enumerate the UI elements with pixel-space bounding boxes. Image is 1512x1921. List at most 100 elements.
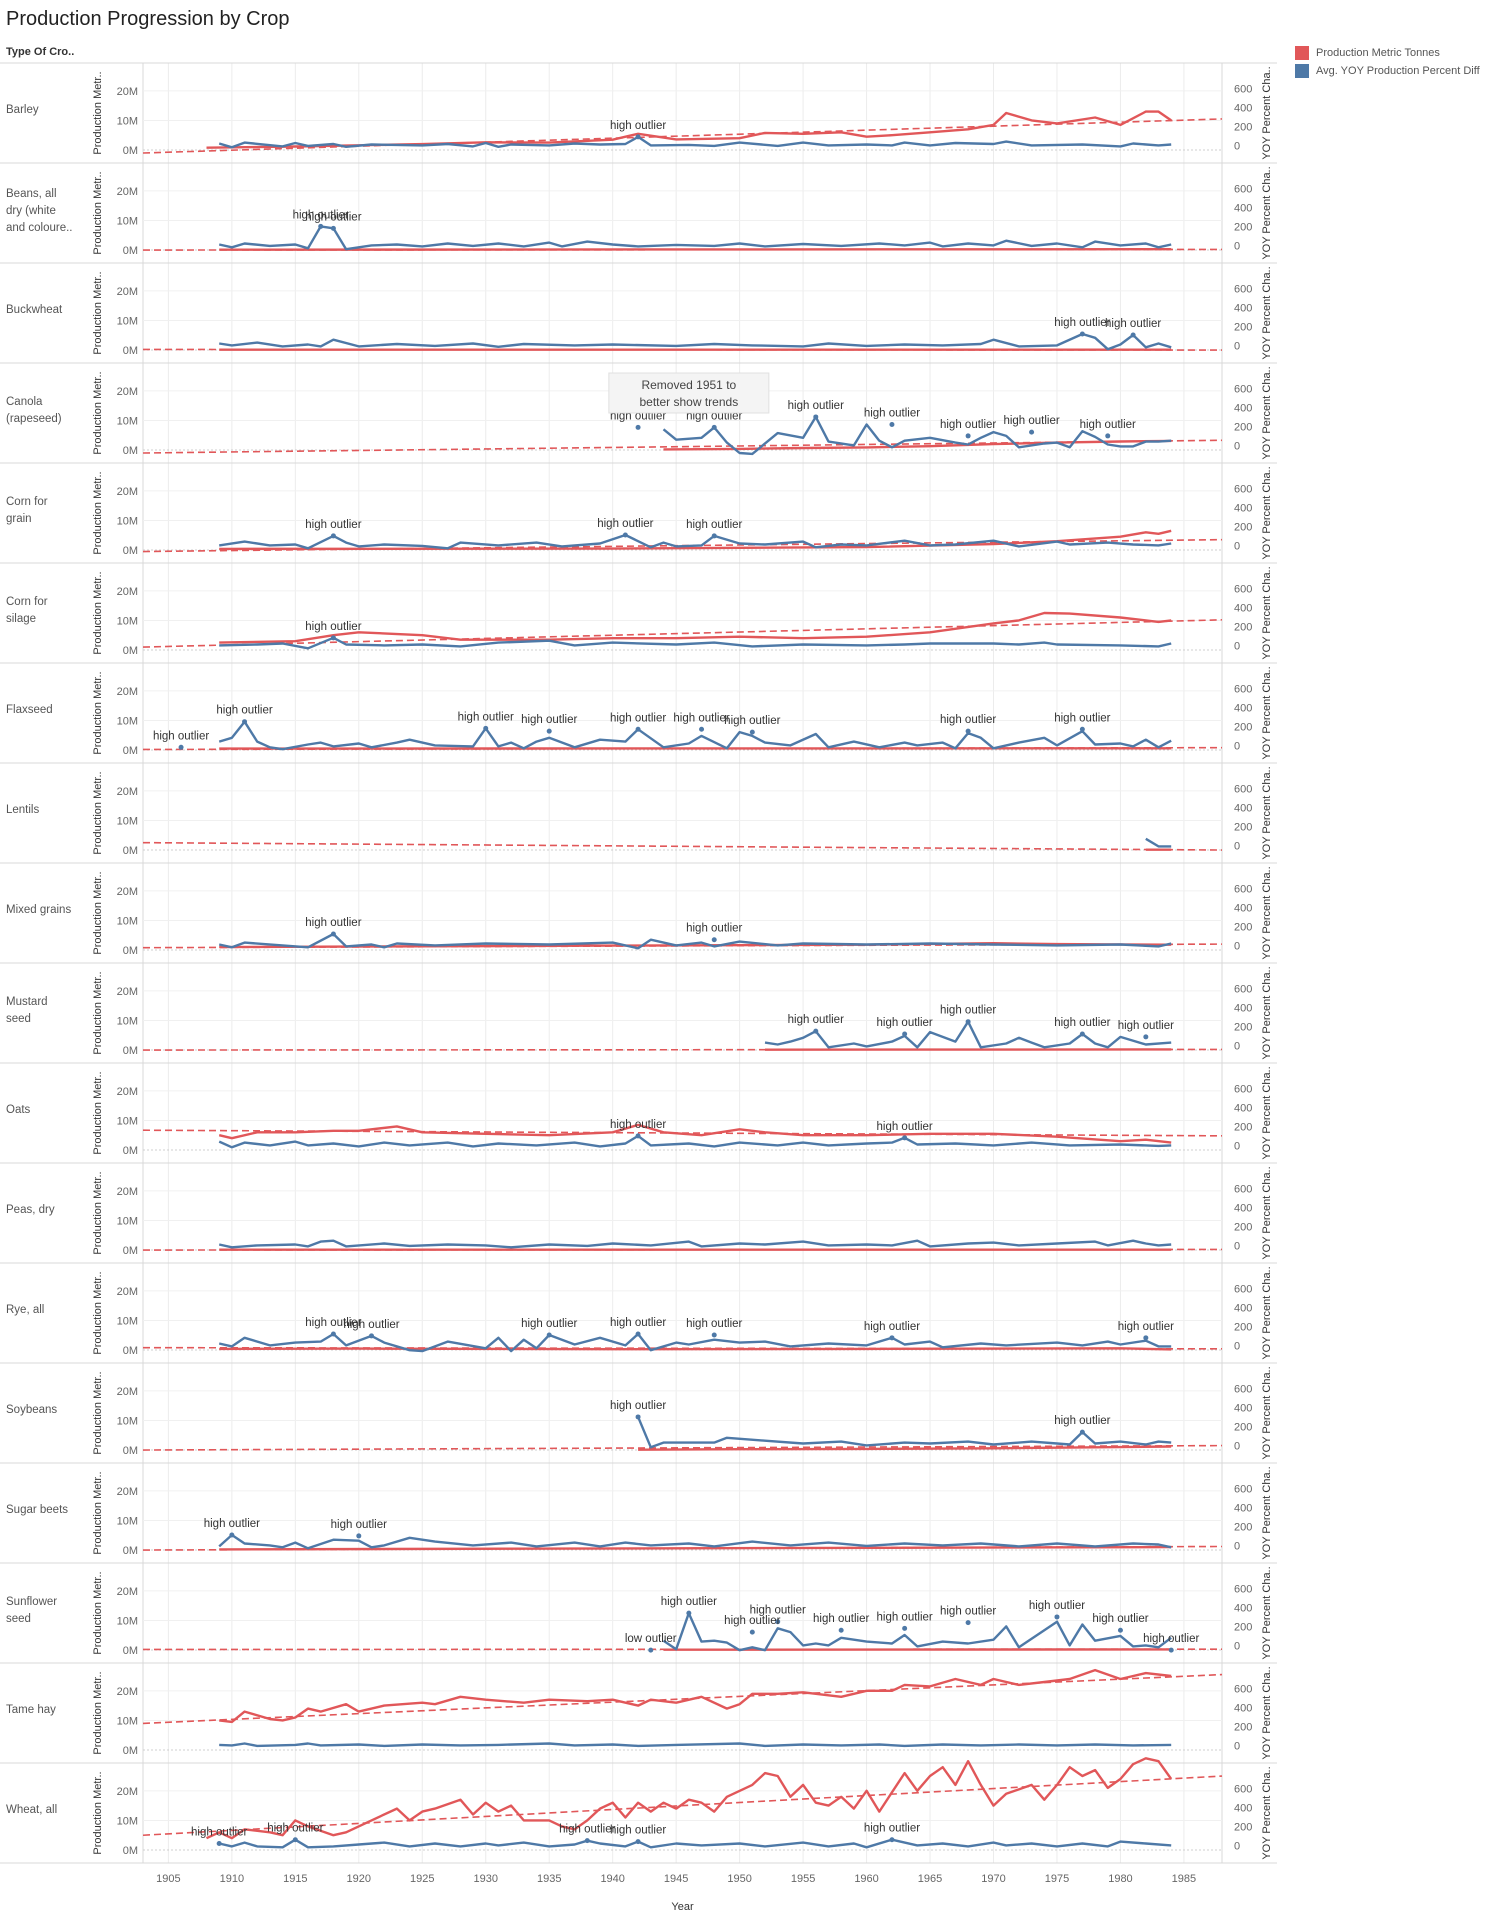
y-left-axis-title: Production Metr.. [92,1671,104,1754]
outlier-annotation: high outlier [1054,1017,1110,1029]
x-tick-label: 1970 [981,1873,1005,1885]
y-right-tick-label: 0 [1234,1340,1240,1352]
y-right-tick-label: 200 [1234,1321,1252,1333]
y-left-tick-label: 20M [117,1586,138,1598]
y-left-tick-label: 0M [123,545,138,557]
y-right-tick-label: 600 [1234,283,1252,295]
y-right-tick-label: 200 [1234,1721,1252,1733]
y-left-tick-label: 0M [123,1545,138,1557]
outlier-annotation: high outlier [343,1319,399,1331]
outlier-marker [330,1331,336,1337]
outlier-annotation: high outlier [940,714,996,726]
crop-row-13: 0M 10M 20M 0 200 400 600 Production Metr.. YOY P… [0,1363,1277,1464]
y-left-tick-label: 20M [117,1386,138,1398]
crop-chart[interactable]: 0M 10M 20M 0 200 400 600 Production Metr.. YOY P… [0,0,1512,1921]
y-right-tick-label: 600 [1234,583,1252,595]
outlier-marker [1079,331,1085,337]
outlier-marker [1079,1031,1085,1037]
x-tick-label: 1910 [220,1873,244,1885]
outlier-annotation: high outlier [686,1318,742,1330]
production-series-line [219,247,1172,251]
y-right-tick-label: 200 [1234,121,1252,133]
outlier-marker [1029,429,1035,435]
y-left-tick-label: 10M [117,515,138,527]
y-right-axis-title: YOY Percent Cha.. [1261,666,1273,759]
y-left-tick-label: 10M [117,1115,138,1127]
y-right-tick-label: 0 [1234,140,1240,152]
crop-label: Tame hay [6,1704,56,1716]
outlier-annotation: high outlier [877,1017,933,1029]
y-left-tick-label: 10M [117,115,138,127]
crop-label: Corn for [6,496,48,508]
outlier-annotation: high outlier [1105,318,1161,330]
yoy-series-line [218,225,1172,251]
outlier-marker [635,1133,641,1139]
production-series-line [206,110,1172,149]
y-right-tick-label: 600 [1234,1683,1252,1695]
y-left-tick-label: 20M [117,286,138,298]
outlier-annotation: high outlier [1143,1633,1199,1645]
crop-label: Sunflower [6,1596,57,1608]
y-right-tick-label: 0 [1234,240,1240,252]
outlier-annotation: high outlier [788,400,844,412]
y-left-tick-label: 20M [117,1486,138,1498]
outlier-marker [635,726,641,732]
y-left-tick-label: 20M [117,386,138,398]
y-left-axis-title: Production Metr.. [92,771,104,854]
outlier-annotation: high outlier [597,518,653,530]
crop-label: grain [6,513,32,525]
outlier-marker [711,1332,717,1338]
y-right-tick-label: 600 [1234,83,1252,95]
y-right-tick-label: 400 [1234,1802,1252,1814]
crop-row-6: 0M 10M 20M 0 200 400 600 Production Metr.. YOY P… [0,663,1277,764]
x-tick-label: 1935 [537,1873,561,1885]
y-right-tick-label: 400 [1234,1702,1252,1714]
y-left-axis-title: Production Metr.. [92,571,104,654]
y-left-axis-title: Production Metr.. [92,1371,104,1454]
y-right-tick-label: 0 [1234,1140,1240,1152]
x-tick-label: 1945 [664,1873,688,1885]
outlier-marker [1143,1335,1149,1341]
crop-row-14: 0M 10M 20M 0 200 400 600 Production Metr.. YOY P… [0,1463,1277,1564]
y-left-tick-label: 0M [123,445,138,457]
outlier-annotation: high outlier [940,419,996,431]
outlier-annotation: high outlier [610,1119,666,1131]
y-left-tick-label: 0M [123,1745,138,1757]
crop-row-4: 0M 10M 20M 0 200 400 600 Production Metr.. YOY P… [0,463,1277,564]
x-tick-label: 1975 [1045,1873,1069,1885]
y-right-tick-label: 400 [1234,402,1252,414]
outlier-annotation: high outlier [788,1014,844,1026]
outlier-annotation: high outlier [1118,1321,1174,1333]
outlier-marker [635,1414,641,1420]
crop-row-15: 0M 10M 20M 0 200 400 600 Production Metr.. YOY P… [0,1563,1277,1664]
y-right-tick-label: 0 [1234,940,1240,952]
yoy-series-line [218,1838,1172,1849]
outlier-marker [965,1620,971,1626]
y-right-axis-title: YOY Percent Cha.. [1261,1066,1273,1159]
y-right-tick-label: 400 [1234,702,1252,714]
y-right-axis-title: YOY Percent Cha.. [1261,1366,1273,1459]
y-right-tick-label: 600 [1234,1383,1252,1395]
outlier-annotation: high outlier [1003,415,1059,427]
outlier-annotation: high outlier [305,211,361,223]
outlier-annotation: high outlier [191,1827,247,1839]
y-left-tick-label: 20M [117,986,138,998]
yoy-series-line [218,1239,1172,1249]
outlier-marker [1117,1627,1123,1633]
y-left-tick-label: 20M [117,86,138,98]
y-left-tick-label: 10M [117,1215,138,1227]
production-series-line [219,611,1172,644]
outlier-annotation: high outlier [1054,1415,1110,1427]
y-left-axis-title: Production Metr.. [92,1071,104,1154]
y-right-tick-label: 0 [1234,440,1240,452]
outlier-annotation: high outlier [610,1317,666,1329]
crop-label: Mustard [6,996,48,1008]
outlier-marker [216,1841,222,1847]
y-left-axis-title: Production Metr.. [92,1171,104,1254]
y-right-tick-label: 0 [1234,1640,1240,1652]
outlier-marker [356,1533,362,1539]
outlier-annotation: high outlier [559,1824,615,1836]
trend-line [142,841,1223,851]
outlier-annotation: high outlier [864,1321,920,1333]
crop-row-16: 0M 10M 20M 0 200 400 600 Production Metr.. YOY P… [0,1663,1277,1764]
